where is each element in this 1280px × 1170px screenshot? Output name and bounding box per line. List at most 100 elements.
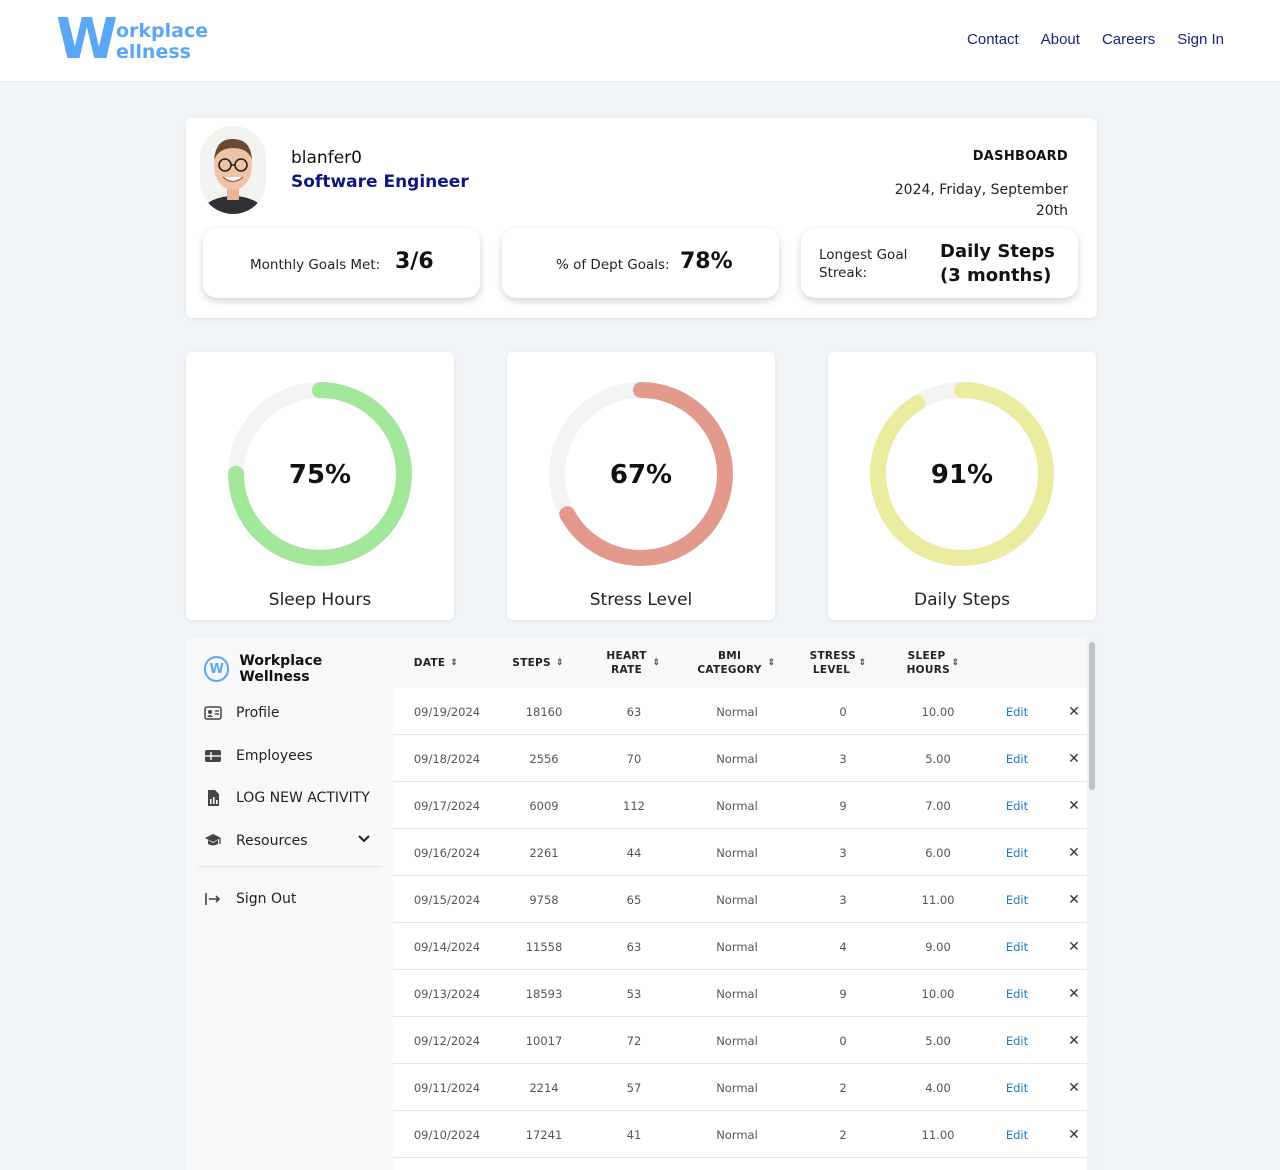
table-cell: 9	[839, 986, 847, 1001]
edit-button[interactable]: Edit	[993, 1064, 1041, 1111]
job-title: Software Engineer	[291, 172, 469, 192]
sidebar-item-sign-out[interactable]: Sign Out	[204, 890, 296, 908]
column-header-date[interactable]: DATE ⇕	[401, 638, 471, 688]
nav-careers-link[interactable]: Careers	[1102, 31, 1155, 48]
table-cell: Normal	[716, 751, 758, 766]
delete-icon[interactable]: ✕	[1061, 688, 1087, 735]
stat-label: Monthly Goals Met:	[250, 257, 381, 273]
table-cell: 53	[626, 986, 642, 1001]
delete-icon[interactable]: ✕	[1061, 876, 1087, 923]
stat-longest-streak: Longest Goal Streak: Daily Steps (3 mont…	[801, 228, 1078, 298]
column-header-label: STEPS	[512, 657, 551, 669]
delete-icon[interactable]: ✕	[1061, 829, 1087, 876]
brand-w-icon: W	[204, 656, 230, 682]
table-cell: Normal	[716, 1033, 758, 1048]
table-cell: 63	[626, 939, 642, 954]
table-cell: 7.00	[925, 798, 951, 813]
table-row: 09/12/2024 10017 72 Normal 0 5.00 Edit ✕	[393, 1017, 1087, 1064]
edit-button[interactable]: Edit	[993, 735, 1041, 782]
scrollbar-thumb[interactable]	[1089, 642, 1095, 790]
edit-button[interactable]: Edit	[993, 782, 1041, 829]
delete-icon[interactable]: ✕	[1061, 1111, 1087, 1158]
table-cell: 11.00	[921, 892, 955, 907]
table-cell: 6009	[529, 798, 559, 813]
table-cell: 5.00	[925, 751, 951, 766]
delete-icon[interactable]: ✕	[1061, 923, 1087, 970]
table-cell: 4	[839, 939, 847, 954]
sort-icon: ⇕	[951, 658, 960, 668]
table-cell: Normal	[716, 892, 758, 907]
column-header-label: HEART RATE	[606, 650, 647, 676]
sidebar-item-profile[interactable]: Profile	[204, 704, 280, 722]
table-cell: Normal	[716, 704, 758, 719]
stat-value: 78%	[680, 249, 733, 274]
edit-button[interactable]: Edit	[993, 876, 1041, 923]
sidebar-brand[interactable]: W Workplace Wellness	[204, 653, 393, 685]
table-icon	[205, 750, 221, 762]
table-cell: 3	[839, 892, 847, 907]
table-cell: 09/19/2024	[413, 704, 481, 719]
sort-icon: ⇕	[858, 658, 867, 668]
table-row: 09/10/2024 17241 41 Normal 2 11.00 Edit ✕	[393, 1111, 1087, 1158]
table-cell: 72	[626, 1033, 642, 1048]
delete-icon[interactable]: ✕	[1061, 735, 1087, 782]
table-cell: 09/11/2024	[413, 1080, 481, 1095]
edit-button[interactable]: Edit	[993, 1111, 1041, 1158]
delete-icon[interactable]: ✕	[1061, 782, 1087, 829]
column-header-heart-rate[interactable]: HEART RATE ⇕	[598, 638, 668, 688]
table-cell: 09/13/2024	[413, 986, 481, 1001]
edit-button[interactable]: Edit	[993, 829, 1041, 876]
table-cell: 57	[626, 1080, 642, 1095]
sort-icon: ⇕	[652, 658, 661, 668]
delete-icon[interactable]: ✕	[1061, 970, 1087, 1017]
avatar-photo	[200, 126, 266, 214]
table-row: 09/17/2024 6009 112 Normal 9 7.00 Edit ✕	[393, 782, 1087, 829]
table-cell: Normal	[716, 798, 758, 813]
sign-out-icon	[205, 893, 221, 905]
table-cell: 09/16/2024	[413, 845, 481, 860]
stat-value: Daily Steps (3 months)	[940, 241, 1055, 286]
gauge-card-stress-level: 67% Stress Level	[507, 352, 775, 620]
gauge-percent: 91%	[930, 460, 994, 490]
sidebar-item-log-new-activity[interactable]: LOG NEW ACTIVITY	[204, 789, 370, 807]
edit-button[interactable]: Edit	[993, 970, 1041, 1017]
table-cell: 2	[839, 1080, 847, 1095]
table-cell: Normal	[716, 939, 758, 954]
edit-button[interactable]: Edit	[993, 688, 1041, 735]
sort-icon: ⇕	[555, 658, 564, 668]
edit-button[interactable]: Edit	[993, 923, 1041, 970]
nav-about-link[interactable]: About	[1041, 31, 1080, 48]
sidebar-item-employees[interactable]: Employees	[204, 747, 313, 765]
column-header-bmi-category[interactable]: BMI CATEGORY ⇕	[691, 638, 781, 688]
brand-logo[interactable]: W orkplace ellness	[56, 12, 209, 68]
edit-button[interactable]: Edit	[993, 1017, 1041, 1064]
nav-contact-link[interactable]: Contact	[967, 31, 1019, 48]
chevron-down-icon[interactable]	[357, 834, 371, 844]
sidebar-item-resources[interactable]: Resources	[204, 832, 308, 850]
avatar	[200, 126, 266, 214]
column-header-stress-level[interactable]: STRESS LEVEL ⇕	[803, 638, 873, 688]
table-cell: 0	[839, 704, 847, 719]
table-cell: 11.00	[921, 1127, 955, 1142]
delete-icon[interactable]: ✕	[1061, 1064, 1087, 1111]
table-cell: 09/10/2024	[413, 1127, 481, 1142]
table-cell: 09/17/2024	[413, 798, 481, 813]
column-header-steps[interactable]: STEPS ⇕	[503, 638, 573, 688]
nav-sign-in-link[interactable]: Sign In	[1177, 31, 1224, 48]
table-cell: 18593	[525, 986, 563, 1001]
gauge-card-daily-steps: 91% Daily Steps	[828, 352, 1096, 620]
delete-icon[interactable]: ✕	[1061, 1017, 1087, 1064]
table-cell: 9.00	[925, 939, 951, 954]
table-cell: 09/18/2024	[413, 751, 481, 766]
gauge-card-sleep-hours: 75% Sleep Hours	[186, 352, 454, 620]
logo-line-1: orkplace	[116, 20, 209, 42]
table-row: 09/14/2024 11558 63 Normal 4 9.00 Edit ✕	[393, 923, 1087, 970]
column-header-sleep-hours[interactable]: SLEEP HOURS ⇕	[898, 638, 968, 688]
dashboard-date: 2024, Friday, September 20th	[894, 182, 1068, 219]
table-cell: 09/12/2024	[413, 1033, 481, 1048]
id-card-icon	[204, 706, 222, 720]
scrollbar[interactable]	[1087, 638, 1097, 1170]
table-row: 09/13/2024 18593 53 Normal 9 10.00 Edit ✕	[393, 970, 1087, 1017]
sort-icon: ⇕	[767, 658, 776, 668]
column-header-label: SLEEP HOURS	[906, 650, 950, 676]
